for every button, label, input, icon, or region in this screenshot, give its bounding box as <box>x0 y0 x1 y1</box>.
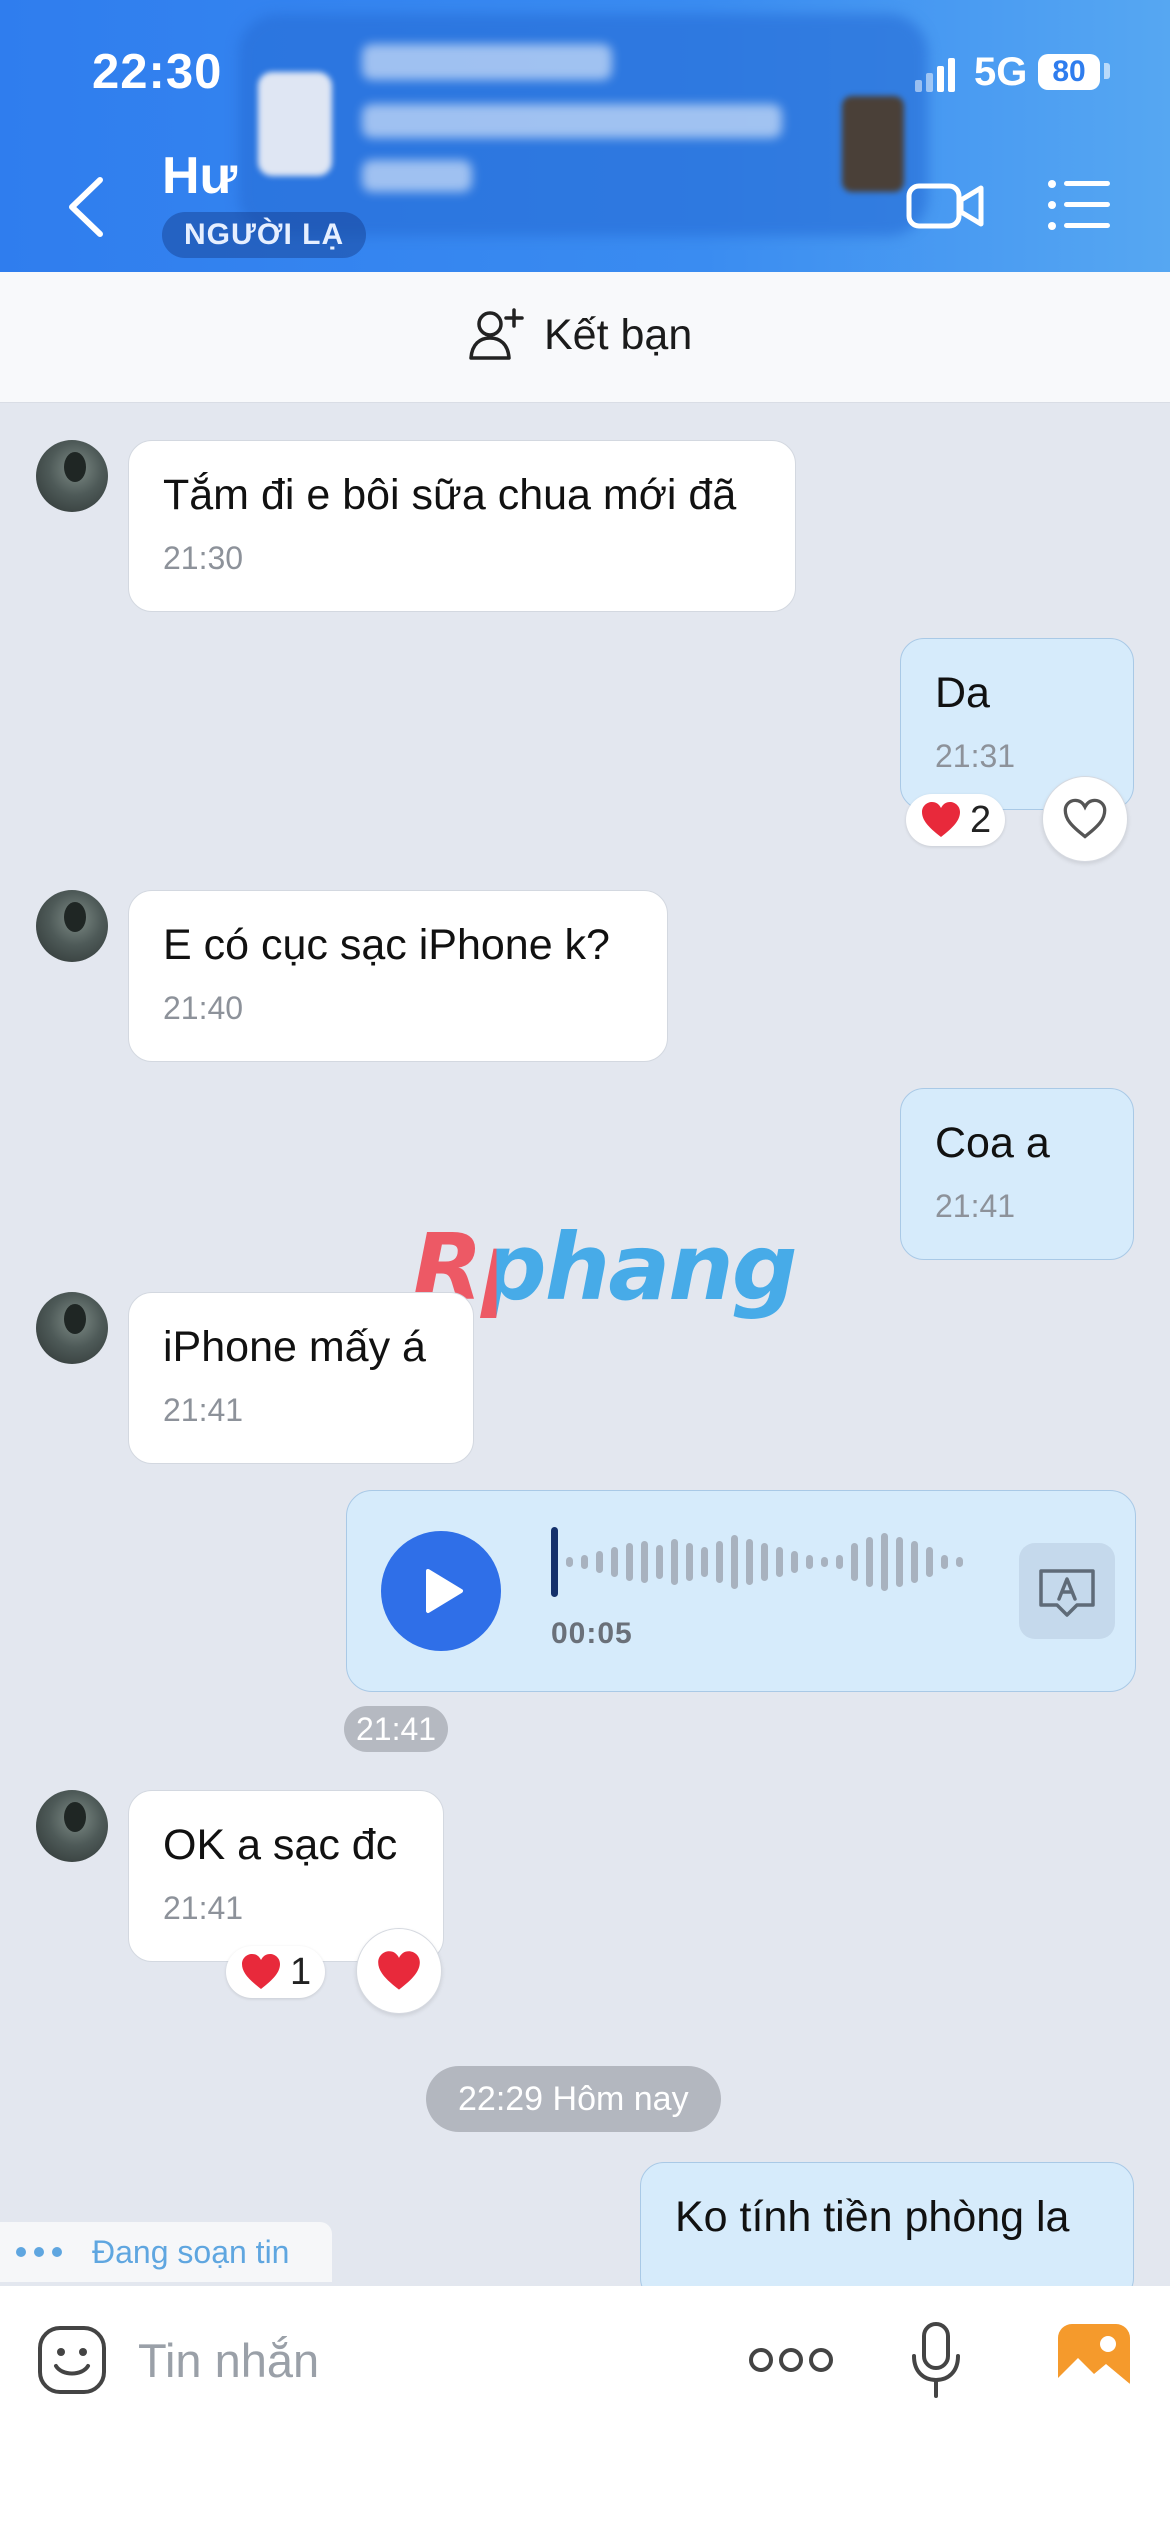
waveform-bar <box>626 1543 633 1581</box>
message-time: 21:41 <box>163 1392 244 1428</box>
add-friend-button[interactable]: Kết bạn <box>468 308 692 362</box>
sticker-icon[interactable] <box>36 2324 108 2396</box>
waveform <box>551 1527 963 1597</box>
waveform-bar <box>941 1555 948 1569</box>
message-time: 21:40 <box>163 990 244 1026</box>
message-bubble-incoming[interactable]: iPhone mấy á 21:41 <box>128 1292 474 1464</box>
waveform-bar <box>701 1547 708 1577</box>
notification-body-blur-2 <box>362 160 472 192</box>
reaction-count: 2 <box>970 798 992 841</box>
battery-tip <box>1104 63 1110 79</box>
message-time: 21:30 <box>163 540 244 576</box>
message-bubble-incoming[interactable]: E có cục sạc iPhone k? 21:40 <box>128 890 668 1062</box>
waveform-bar <box>761 1543 768 1581</box>
transcribe-icon <box>1039 1569 1095 1617</box>
waveform-bar <box>866 1537 873 1587</box>
add-friend-bar: Kết bạn <box>0 272 1170 403</box>
message-text: Ko tính tiền phòng la <box>675 2193 1070 2241</box>
typing-dots-icon <box>16 2247 62 2257</box>
microphone-icon[interactable] <box>906 2320 966 2400</box>
network-type: 5G <box>974 50 1028 94</box>
waveform-bar <box>881 1533 888 1591</box>
notification-app-icon <box>258 72 332 176</box>
waveform-bar <box>791 1551 798 1573</box>
waveform-bar <box>746 1539 753 1585</box>
waveform-bar <box>806 1555 813 1569</box>
photo-gallery-icon[interactable] <box>1056 2322 1132 2398</box>
notification-photo <box>842 96 904 192</box>
waveform-bar <box>611 1547 618 1577</box>
date-separator: 22:29 Hôm nay <box>426 2066 721 2132</box>
waveform-bar <box>686 1543 693 1581</box>
message-text: Coa a <box>935 1119 1050 1167</box>
avatar[interactable] <box>36 440 108 512</box>
message-bubble-outgoing[interactable]: Coa a 21:41 <box>900 1088 1134 1260</box>
waveform-bar <box>926 1547 933 1577</box>
more-options-icon[interactable] <box>748 2340 834 2380</box>
reaction-summary[interactable]: 1 <box>226 1946 326 1998</box>
reaction-count: 1 <box>290 1950 312 1993</box>
voice-message-bubble[interactable]: 00:05 <box>346 1490 1136 1692</box>
message-text: Da <box>935 669 990 717</box>
react-button[interactable] <box>356 1928 442 2014</box>
voice-duration: 00:05 <box>551 1617 633 1650</box>
add-friend-icon <box>469 308 524 360</box>
waveform-bar <box>851 1543 858 1581</box>
waveform-bar <box>896 1537 903 1587</box>
message-text: iPhone mấy á <box>163 1323 426 1371</box>
waveform-bar <box>671 1539 678 1585</box>
reaction-summary[interactable]: 2 <box>906 794 1006 846</box>
waveform-bar <box>836 1555 843 1569</box>
message-bubble-outgoing[interactable]: Ko tính tiền phòng la <box>640 2162 1134 2302</box>
composer-bar <box>0 2286 1170 2532</box>
avatar[interactable] <box>36 1790 108 1862</box>
waveform-bar <box>956 1557 963 1567</box>
typing-indicator: Đang soạn tin <box>0 2222 332 2282</box>
waveform-bar <box>641 1541 648 1583</box>
message-text: Tắm đi e bôi sữa chua mới đã <box>163 471 737 519</box>
message-text: OK a sạc đc <box>163 1821 398 1869</box>
heart-icon <box>242 1954 280 1989</box>
waveform-bar <box>656 1545 663 1579</box>
waveform-bar <box>596 1551 603 1573</box>
react-button[interactable] <box>1042 776 1128 862</box>
stranger-badge: NGƯỜI LẠ <box>162 212 367 258</box>
waveform-bar <box>716 1541 723 1583</box>
transcribe-button[interactable] <box>1019 1543 1115 1639</box>
signal-icon <box>915 58 955 92</box>
add-friend-label: Kết bạn <box>544 310 693 359</box>
waveform-bar <box>551 1527 558 1597</box>
message-input[interactable] <box>138 2322 698 2398</box>
message-bubble-incoming[interactable]: Tắm đi e bôi sữa chua mới đã 21:30 <box>128 440 796 612</box>
heart-outline-icon <box>1063 798 1107 839</box>
voice-message-time: 21:41 <box>344 1706 449 1752</box>
message-time: 21:41 <box>935 1188 1016 1224</box>
avatar[interactable] <box>36 890 108 962</box>
menu-list-icon[interactable] <box>1046 176 1112 234</box>
waveform-bar <box>581 1555 588 1569</box>
notification-body-blur <box>362 104 782 138</box>
waveform-bar <box>566 1557 573 1567</box>
back-icon[interactable] <box>60 172 120 242</box>
waveform-bar <box>731 1535 738 1589</box>
notification-title-blur <box>362 44 612 80</box>
contact-name[interactable]: Hư <box>162 146 237 206</box>
chat-header: 22:30 5G 80 Hư NGƯỜI LẠ <box>0 0 1170 272</box>
waveform-bar <box>911 1541 918 1583</box>
message-text: E có cục sạc iPhone k? <box>163 921 610 969</box>
message-time: 21:31 <box>935 738 1016 774</box>
avatar[interactable] <box>36 1292 108 1364</box>
message-time: 21:41 <box>163 1890 244 1926</box>
battery-icon: 80 <box>1038 54 1100 90</box>
video-call-icon[interactable] <box>905 176 985 236</box>
typing-label: Đang soạn tin <box>92 2233 290 2270</box>
waveform-bar <box>821 1557 828 1567</box>
heart-icon <box>378 1951 420 1990</box>
status-time: 22:30 <box>92 45 223 99</box>
waveform-bar <box>776 1547 783 1577</box>
play-icon <box>426 1569 463 1613</box>
heart-icon <box>922 802 960 837</box>
play-button[interactable] <box>381 1531 501 1651</box>
